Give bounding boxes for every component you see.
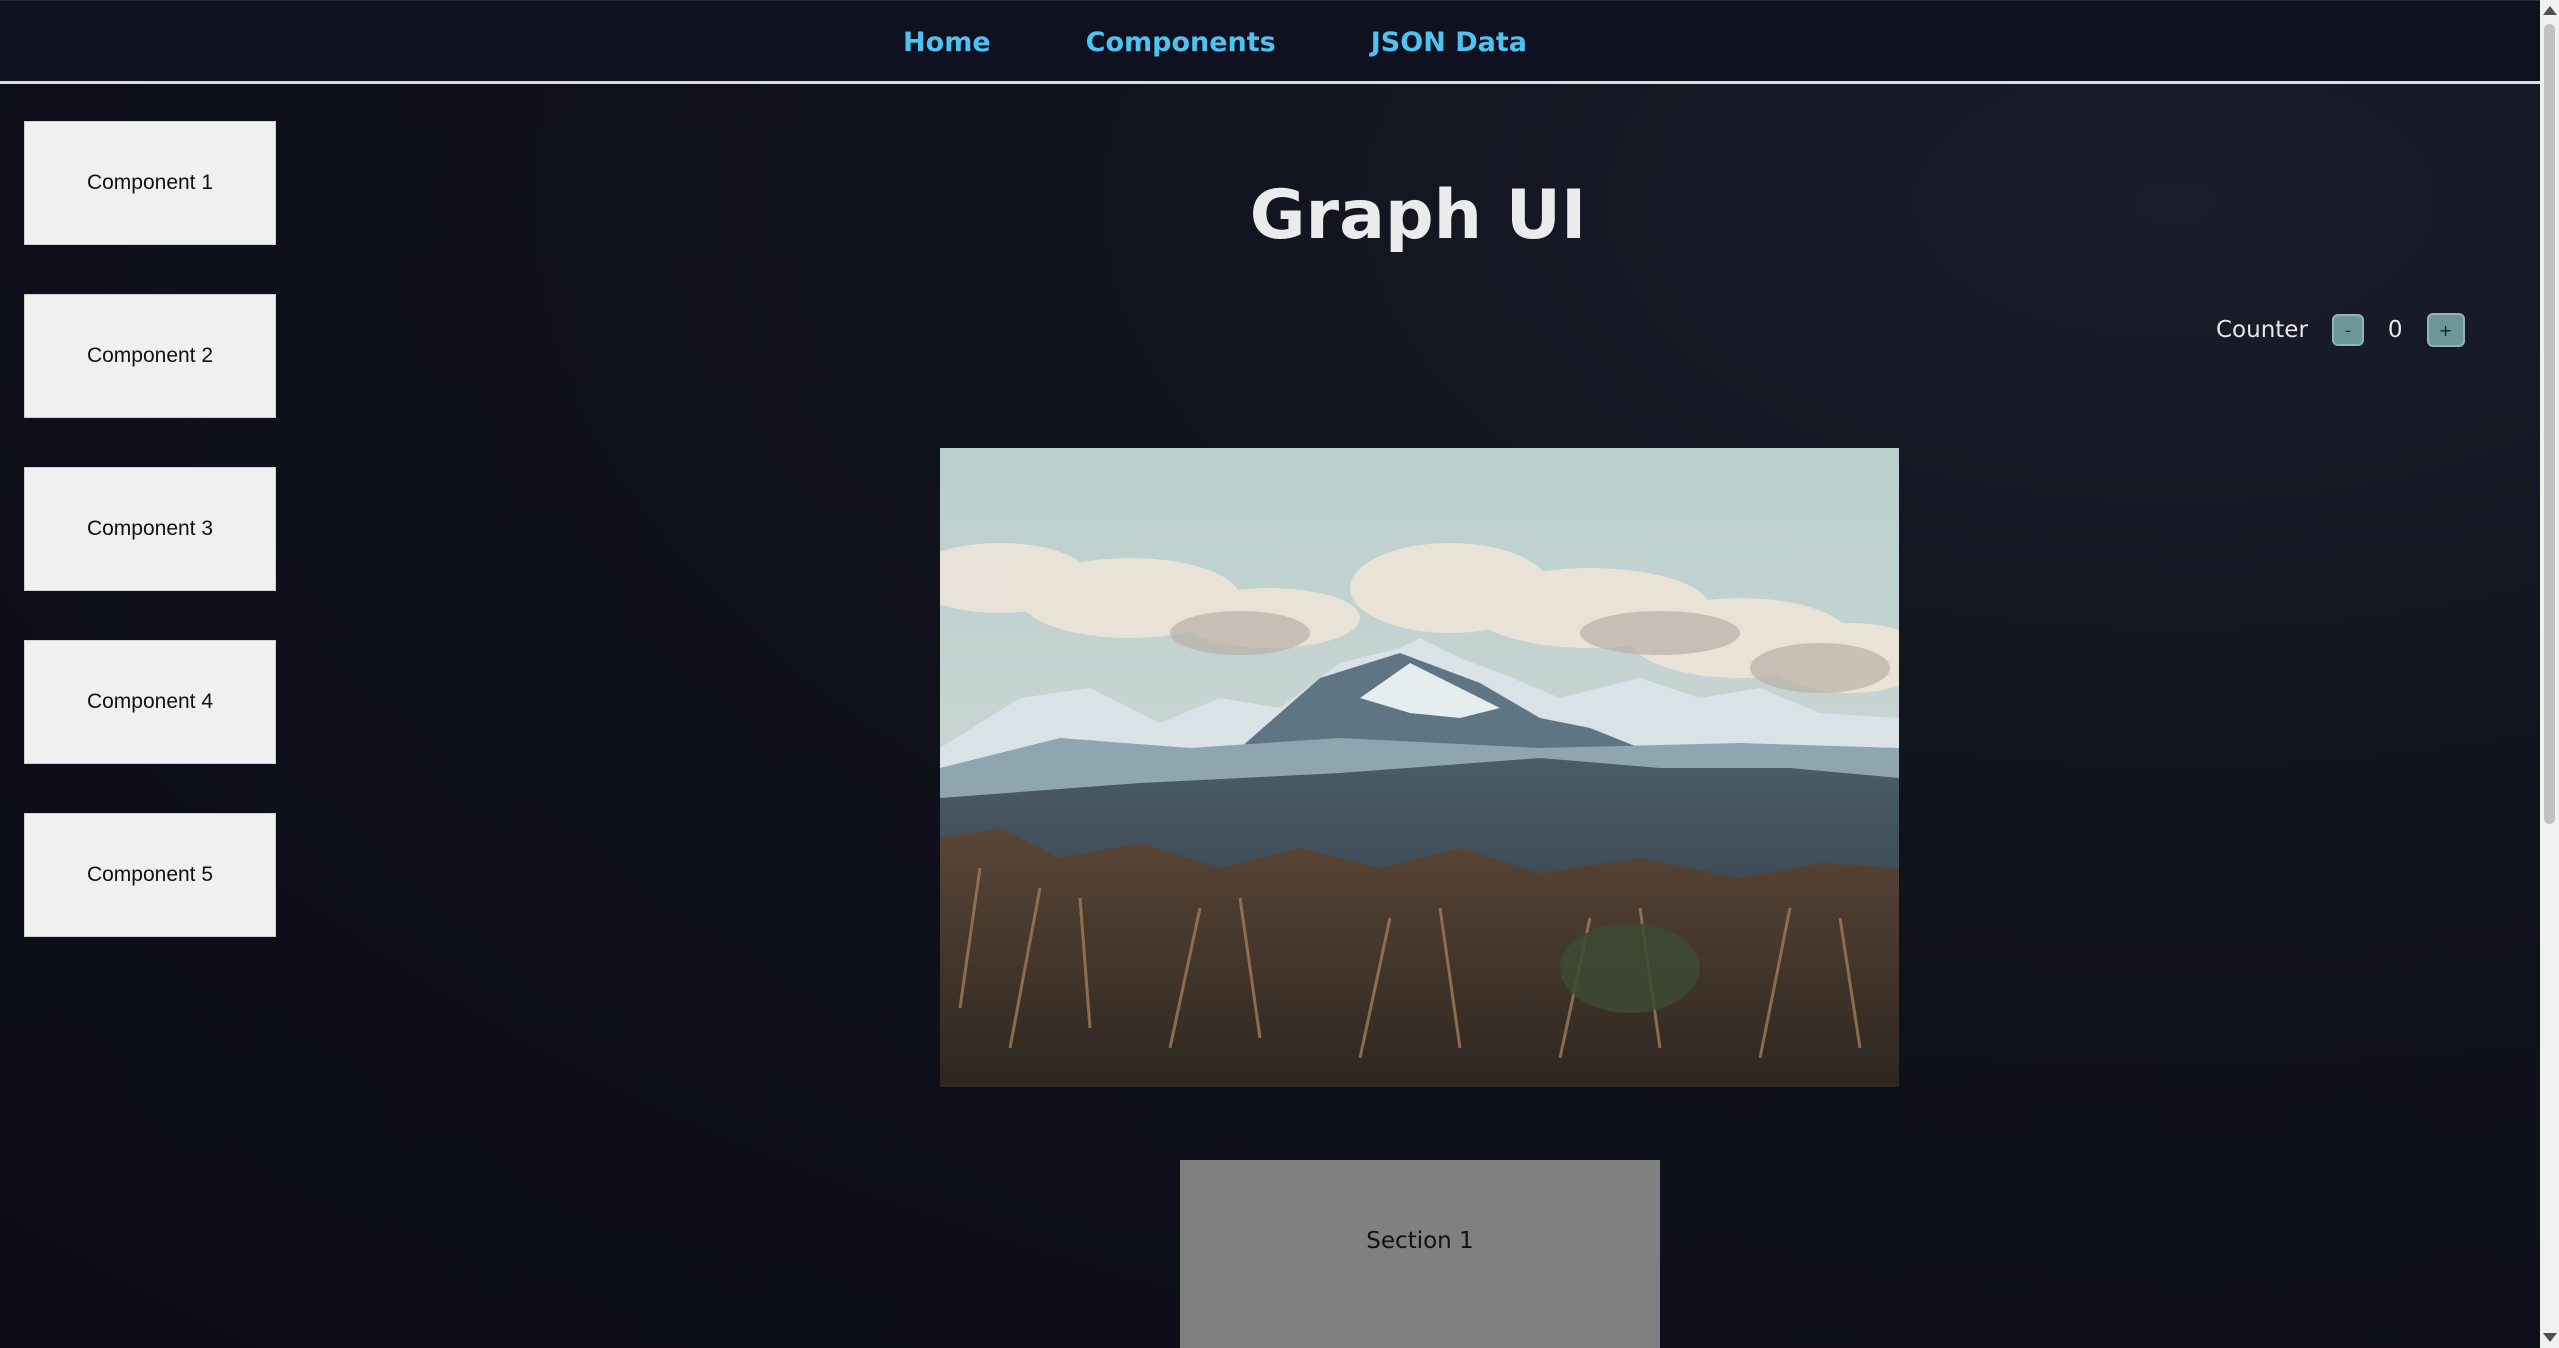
counter-value: 0 <box>2387 317 2403 343</box>
page: Home Components JSON Data Component 1 Co… <box>0 0 2559 1348</box>
decrement-button[interactable]: - <box>2331 314 2364 346</box>
nav-links: Home Components JSON Data <box>0 27 2540 58</box>
component-card-4[interactable]: Component 4 <box>24 640 276 764</box>
component-sidebar: Component 1 Component 2 Component 3 Comp… <box>24 121 276 986</box>
scroll-up-arrow-icon[interactable] <box>2543 6 2557 15</box>
mountain-landscape-image <box>940 448 1899 1087</box>
section-card-1[interactable]: Section 1 <box>1180 1160 1660 1348</box>
top-navbar: Home Components JSON Data <box>0 0 2540 84</box>
nav-link-components[interactable]: Components <box>1086 27 1276 58</box>
increment-button[interactable]: + <box>2426 313 2465 347</box>
component-card-5[interactable]: Component 5 <box>24 813 276 937</box>
page-title: Graph UI <box>1249 176 1587 255</box>
component-card-1[interactable]: Component 1 <box>24 121 276 245</box>
component-card-2[interactable]: Component 2 <box>24 294 276 418</box>
counter-label: Counter <box>2216 317 2308 343</box>
nav-link-home[interactable]: Home <box>903 27 991 58</box>
scroll-thumb[interactable] <box>2544 24 2555 824</box>
scroll-down-arrow-icon[interactable] <box>2543 1333 2557 1342</box>
vertical-scrollbar[interactable] <box>2540 0 2559 1348</box>
component-card-3[interactable]: Component 3 <box>24 467 276 591</box>
nav-link-json-data[interactable]: JSON Data <box>1371 27 1527 58</box>
counter-widget: Counter - 0 + <box>2216 313 2465 347</box>
